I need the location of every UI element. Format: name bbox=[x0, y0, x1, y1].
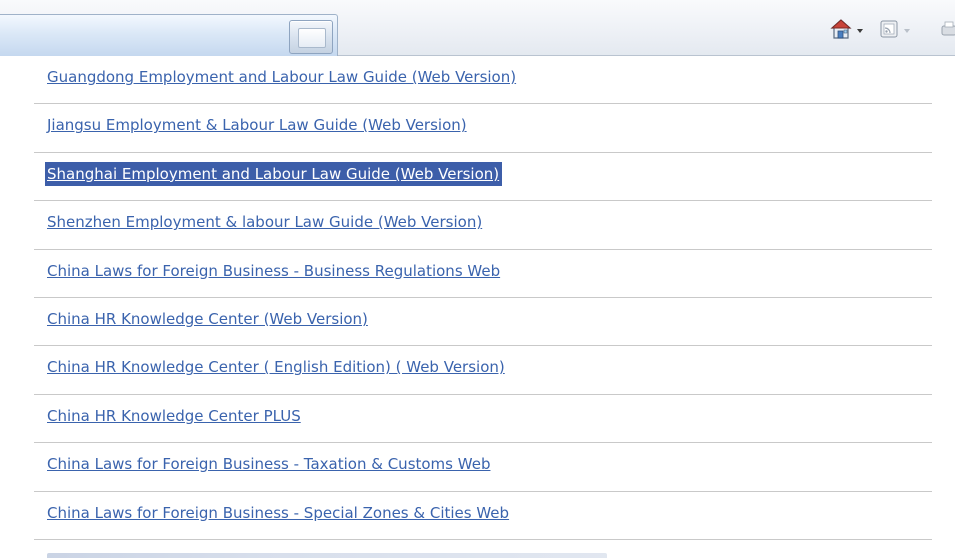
feeds-icon[interactable] bbox=[880, 20, 898, 42]
link[interactable]: China HR Knowledge Center PLUS bbox=[47, 405, 301, 427]
list-item: Shanghai Employment and Labour Law Guide… bbox=[34, 153, 932, 202]
home-icon[interactable] bbox=[830, 18, 852, 44]
link[interactable]: China Laws for Foreign Business - Specia… bbox=[47, 502, 509, 524]
new-tab-icon bbox=[298, 28, 326, 48]
tab-strip bbox=[0, 14, 338, 56]
list-item: China Laws for Foreign Business - Specia… bbox=[34, 492, 932, 540]
browser-toolbar bbox=[0, 0, 955, 56]
list-item: Guangdong Employment and Labour Law Guid… bbox=[34, 56, 932, 105]
list-item: China HR Knowledge Center (Web Version) bbox=[34, 298, 932, 347]
selected-link[interactable]: Shanghai Employment and Labour Law Guide… bbox=[45, 161, 503, 186]
link[interactable]: Shenzhen Employment & labour Law Guide (… bbox=[47, 211, 482, 233]
link[interactable]: China Laws for Foreign Business - Busine… bbox=[47, 260, 500, 282]
link-list: Guangdong Employment and Labour Law Guid… bbox=[34, 56, 932, 540]
browser-window: Guangdong Employment and Labour Law Guid… bbox=[0, 0, 955, 558]
print-icon[interactable] bbox=[940, 21, 955, 43]
truncated-list-item bbox=[47, 551, 607, 558]
link[interactable]: Jiangsu Employment & Labour Law Guide (W… bbox=[47, 114, 467, 136]
list-item: China HR Knowledge Center PLUS bbox=[34, 395, 932, 444]
list-item: Jiangsu Employment & Labour Law Guide (W… bbox=[34, 104, 932, 153]
link[interactable]: China HR Knowledge Center ( English Edit… bbox=[47, 356, 505, 378]
new-tab-button[interactable] bbox=[289, 20, 333, 54]
list-item: China Laws for Foreign Business - Taxati… bbox=[34, 443, 932, 492]
link[interactable]: Guangdong Employment and Labour Law Guid… bbox=[47, 66, 516, 88]
list-item: Shenzhen Employment & labour Law Guide (… bbox=[34, 201, 932, 250]
home-dropdown-chevron-down-icon[interactable] bbox=[857, 29, 863, 33]
link[interactable]: China HR Knowledge Center (Web Version) bbox=[47, 308, 368, 330]
list-item: China Laws for Foreign Business - Busine… bbox=[34, 250, 932, 298]
list-item: China HR Knowledge Center ( English Edit… bbox=[34, 346, 932, 395]
feeds-dropdown-chevron-down-icon[interactable] bbox=[904, 29, 910, 33]
link[interactable]: China Laws for Foreign Business - Taxati… bbox=[47, 453, 490, 475]
